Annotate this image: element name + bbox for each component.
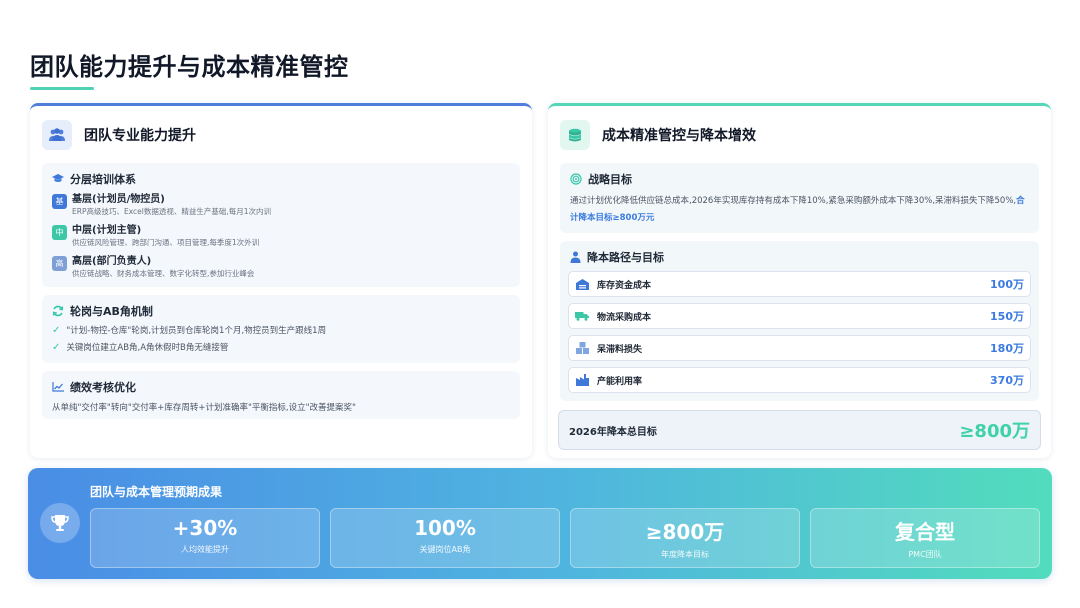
line-chart-icon [52,382,64,392]
cost-route-label: 降本路径与目标 [587,251,664,264]
banner-title: 团队与成本管理预期成果 [90,485,223,499]
warehouse-icon [575,278,589,290]
team-capability-panel: 团队专业能力提升 分层培训体系 基基层(计划员/物控员) ERP高级技巧、Exce… [30,103,532,458]
cost-route-row: 产能利用率 370万 [568,367,1031,393]
result-stat-card: 100% 关键岗位AB角 [330,508,560,568]
tier-desc: 供应链风险管理、跨部门沟通、项目管理,每季度1次外训 [72,238,260,247]
performance-label: 绩效考核优化 [70,381,136,394]
training-system-box: 分层培训体系 基基层(计划员/物控员) ERP高级技巧、Excel数据透视、精益生… [42,163,520,287]
stat-label: PMC团队 [908,550,942,559]
tier-badge: 中 [52,225,67,240]
tier-name: 高层(部门负责人) [72,256,152,267]
rotation-item-text: 关键岗位建立AB角,A角休假时B角无缝接管 [66,343,229,353]
rotation-label: 轮岗与AB角机制 [70,305,153,318]
strategy-label: 战略目标 [588,173,632,186]
factory-icon [575,374,589,386]
training-system-label: 分层培训体系 [70,173,136,186]
route-value: 370万 [990,374,1024,387]
cost-route-title: 降本路径与目标 [570,249,1029,265]
truck-icon [575,311,589,321]
strategy-title: 战略目标 [570,171,1029,187]
coins-icon [560,120,590,150]
training-tier: 中中层(计划主管) 供应链风险管理、跨部门沟通、项目管理,每季度1次外训 [52,224,510,249]
route-label: 呆滞料损失 [597,344,643,355]
total-target-label: 2026年降本总目标 [569,426,657,438]
stat-value: 100% [414,516,476,540]
title-underline [30,87,94,90]
check-icon: ✓ [52,324,61,336]
rotation-item-text: "计划-物控-仓库"轮岗,计划员到仓库轮岗1个月,物控员到生产跟线1周 [66,326,327,336]
tier-text: 中层(计划主管) 供应链风险管理、跨部门沟通、项目管理,每季度1次外训 [72,224,259,249]
route-label: 产能利用率 [597,376,643,387]
expected-results-banner: 团队与成本管理预期成果 +30% 人均效能提升 100% 关键岗位AB角 ≥800万年度… [28,468,1052,579]
route-label: 物流采购成本 [597,312,652,323]
strategy-body: 通过计划优化降低供应链总成本,2026年实现库存持有成本下降10%,紧急采购额外… [570,196,1017,206]
trophy-icon [40,503,80,543]
training-tier: 基基层(计划员/物控员) ERP高级技巧、Excel数据透视、精益生产基础,每月1… [52,193,510,218]
cost-route-row: 呆滞料损失 180万 [568,335,1031,361]
target-icon [570,173,582,185]
tier-desc: 供应链战略、财务成本管理、数字化转型,参加行业峰会 [72,269,255,278]
total-target-box: 2026年降本总目标 ≥800万 [558,410,1041,450]
cost-route-row: 库存资金成本 100万 [568,271,1031,297]
performance-text: 从单纯"交付率"转向"交付率+库存周转+计划准确率"平衡指标,设立"改善提案奖" [52,403,356,413]
rotation-box: 轮岗与AB角机制 ✓ "计划-物控-仓库"轮岗,计划员到仓库轮岗1个月,物控员到生… [42,295,520,363]
tier-badge: 基 [52,194,67,209]
stat-value: 复合型 [895,520,955,544]
stat-value: +30% [172,516,238,540]
graduation-cap-icon [52,174,64,184]
page-title: 团队能力提升与成本精准管控 [30,53,349,81]
route-value: 180万 [990,342,1024,355]
rotation-item: ✓ "计划-物控-仓库"轮岗,计划员到仓库轮岗1个月,物控员到生产跟线1周 [52,324,510,337]
tier-name: 中层(计划主管) [72,225,142,236]
stat-label: 年度降本目标 [661,550,709,559]
result-stat-card: 复合型 PMC团队 [810,508,1040,568]
team-panel-header: 团队专业能力提升 [42,120,196,150]
strategy-text: 通过计划优化降低供应链总成本,2026年实现库存持有成本下降10%,紧急采购额外… [570,193,1029,227]
route-label: 库存资金成本 [597,280,652,291]
performance-title: 绩效考核优化 [52,379,510,395]
tier-badge: 高 [52,256,67,271]
training-tier-list: 基基层(计划员/物控员) ERP高级技巧、Excel数据透视、精益生产基础,每月1… [52,193,510,280]
training-system-title: 分层培训体系 [52,171,510,187]
rotation-item: ✓ 关键岗位建立AB角,A角休假时B角无缝接管 [52,341,510,354]
stat-label: 关键岗位AB角 [419,545,471,554]
strategy-box: 战略目标 通过计划优化降低供应链总成本,2026年实现库存持有成本下降10%,紧… [560,163,1039,233]
training-tier: 高高层(部门负责人) 供应链战略、财务成本管理、数字化转型,参加行业峰会 [52,255,510,280]
rotation-title: 轮岗与AB角机制 [52,303,510,319]
tier-desc: ERP高级技巧、Excel数据透视、精益生产基础,每月1次内训 [72,207,271,216]
result-stat-card: ≥800万年度降本目标 [570,508,800,568]
route-value: 150万 [990,310,1024,323]
route-person-icon [570,251,581,263]
cost-panel-header: 成本精准管控与降本增效 [560,120,756,150]
tier-text: 基层(计划员/物控员) ERP高级技巧、Excel数据透视、精益生产基础,每月1次… [72,193,271,218]
stat-label: 人均效能提升 [181,545,229,554]
team-panel-title: 团队专业能力提升 [84,128,196,144]
refresh-icon [52,305,64,317]
cost-route-row: 物流采购成本 150万 [568,303,1031,329]
performance-box: 绩效考核优化 从单纯"交付率"转向"交付率+库存周转+计划准确率"平衡指标,设立… [42,371,520,419]
route-value: 100万 [990,278,1024,291]
cost-control-panel: 成本精准管控与降本增效 战略目标 通过计划优化降低供应链总成本,2026年实现库… [548,103,1051,458]
check-icon: ✓ [52,341,61,353]
total-target-value: ≥800万 [959,421,1030,442]
tier-name: 基层(计划员/物控员) [72,194,165,205]
team-icon [42,120,72,150]
boxes-icon [575,342,589,354]
cost-panel-title: 成本精准管控与降本增效 [602,128,756,144]
rotation-list: ✓ "计划-物控-仓库"轮岗,计划员到仓库轮岗1个月,物控员到生产跟线1周 ✓ 关键岗… [52,324,510,354]
tier-text: 高层(部门负责人) 供应链战略、财务成本管理、数字化转型,参加行业峰会 [72,255,254,280]
stat-value: ≥800万 [645,520,725,544]
result-stat-card: +30% 人均效能提升 [90,508,320,568]
